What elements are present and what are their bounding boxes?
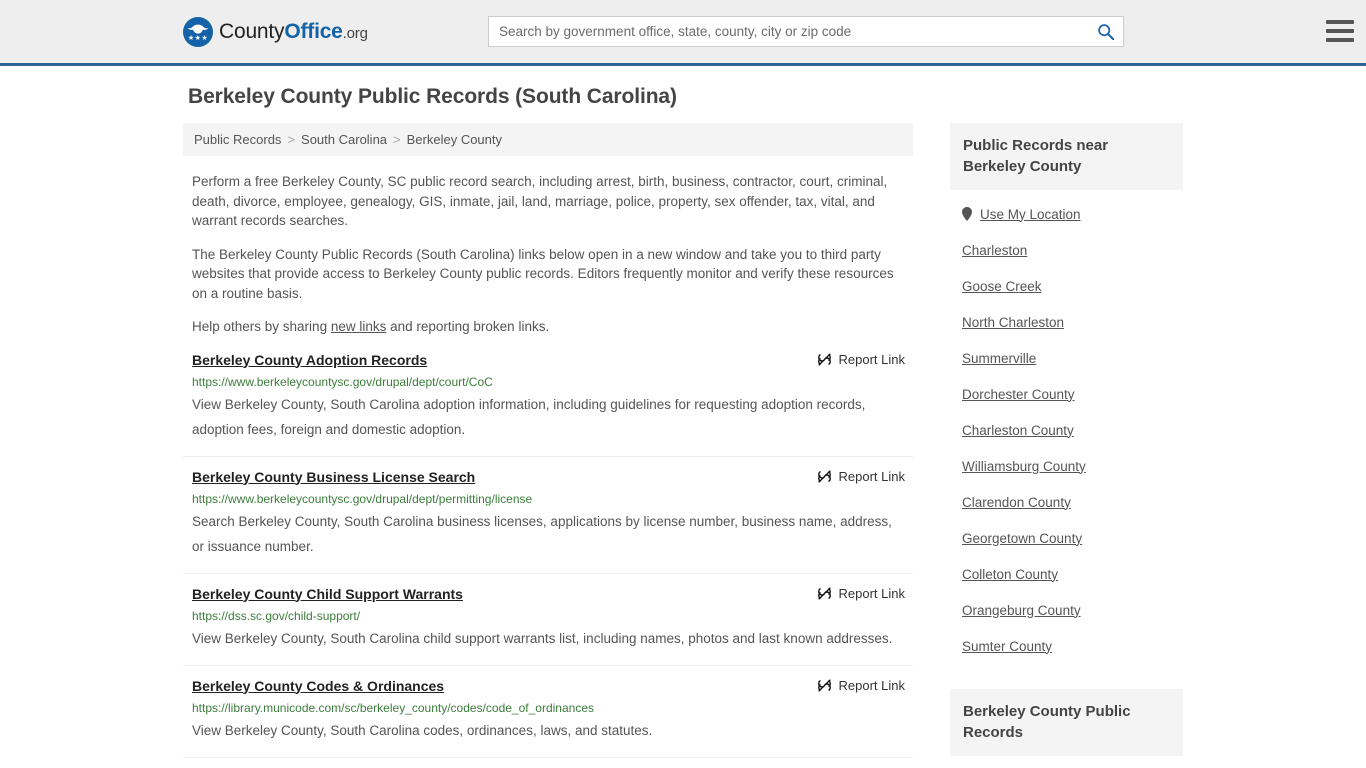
report-link-button[interactable]: Report Link xyxy=(817,678,905,693)
site-logo[interactable]: ★★★ CountyOffice.org xyxy=(183,16,368,47)
sidebar-link-label[interactable]: Orangeburg County xyxy=(962,603,1081,618)
sidebar-link-label[interactable]: Dorchester County xyxy=(962,387,1075,402)
report-link-button[interactable]: Report Link xyxy=(817,469,905,484)
result-item: Berkeley County Codes & Ordinances Repor… xyxy=(183,666,913,758)
menu-bar-2 xyxy=(1326,29,1354,33)
location-pin-icon xyxy=(962,207,972,221)
sidebar-item-north-charleston[interactable]: North Charleston xyxy=(950,304,1183,340)
sidebar-link-label[interactable]: Summerville xyxy=(962,351,1036,366)
sidebar-link-label[interactable]: Sumter County xyxy=(962,639,1052,654)
menu-bar-1 xyxy=(1326,20,1354,24)
report-link-button[interactable]: Report Link xyxy=(817,352,905,367)
breadcrumb-item-public-records[interactable]: Public Records xyxy=(194,132,281,147)
result-title-link[interactable]: Berkeley County Adoption Records xyxy=(192,351,427,369)
result-item: Berkeley County Business License Search … xyxy=(183,457,913,574)
sidebar-item-georgetown-county[interactable]: Georgetown County xyxy=(950,520,1183,556)
sidebar: Public Records near Berkeley County Use … xyxy=(950,123,1183,768)
result-description: Search Berkeley County, South Carolina b… xyxy=(192,513,892,554)
sidebar-link-label[interactable]: North Charleston xyxy=(962,315,1064,330)
brand-tld-text: .org xyxy=(342,24,368,42)
result-title-link[interactable]: Berkeley County Codes & Ordinances xyxy=(192,677,444,695)
result-description: View Berkeley County, South Carolina cod… xyxy=(192,722,653,738)
report-link-label: Report Link xyxy=(838,677,905,693)
results-list: Berkeley County Adoption Records Report … xyxy=(183,351,913,758)
brand-county-text: County xyxy=(219,19,285,43)
result-item: Berkeley County Adoption Records Report … xyxy=(183,351,913,457)
intro-p3-after: and reporting broken links. xyxy=(386,319,550,334)
result-url: https://dss.sc.gov/child-support/ xyxy=(192,608,361,623)
intro-section: Perform a free Berkeley County, SC publi… xyxy=(183,172,913,337)
breadcrumb-separator-2: > xyxy=(393,132,401,147)
unlink-icon xyxy=(817,586,831,600)
sidebar-item-use-my-location[interactable]: Use My Location xyxy=(950,196,1183,232)
intro-paragraph-3: Help others by sharing new links and rep… xyxy=(192,317,904,337)
search-form xyxy=(488,16,1124,47)
sidebar-nearby-heading: Public Records near Berkeley County xyxy=(950,123,1183,190)
report-link-label: Report Link xyxy=(838,585,905,601)
sidebar-link-label[interactable]: Charleston County xyxy=(962,423,1074,438)
sidebar-item-clarendon-county[interactable]: Clarendon County xyxy=(950,484,1183,520)
sidebar-nearby-list: Use My Location Charleston Goose Creek N… xyxy=(950,196,1183,664)
sidebar-item-dorchester-county[interactable]: Dorchester County xyxy=(950,376,1183,412)
unlink-icon xyxy=(817,469,831,483)
sidebar-item-arrest-records-search[interactable]: Arrest Records Search xyxy=(950,762,1183,768)
result-url: https://library.municode.com/sc/berkeley… xyxy=(192,700,594,715)
sidebar-link-label[interactable]: Clarendon County xyxy=(962,495,1071,510)
sidebar-link-label[interactable]: Williamsburg County xyxy=(962,459,1086,474)
sidebar-link-label[interactable]: Colleton County xyxy=(962,567,1058,582)
breadcrumb-item-south-carolina[interactable]: South Carolina xyxy=(301,132,387,147)
sidebar-records-heading: Berkeley County Public Records xyxy=(950,689,1183,756)
intro-paragraph-2: The Berkeley County Public Records (Sout… xyxy=(192,246,894,301)
result-title-link[interactable]: Berkeley County Business License Search xyxy=(192,468,475,486)
page-title: Berkeley County Public Records (South Ca… xyxy=(188,85,677,108)
sidebar-item-orangeburg-county[interactable]: Orangeburg County xyxy=(950,592,1183,628)
page-container: Berkeley County Public Records (South Ca… xyxy=(183,66,1183,768)
main-column: Public Records > South Carolina > Berkel… xyxy=(183,123,913,768)
breadcrumb: Public Records > South Carolina > Berkel… xyxy=(183,123,913,156)
unlink-icon xyxy=(817,352,831,366)
intro-p3-before: Help others by sharing xyxy=(192,319,331,334)
report-link-button[interactable]: Report Link xyxy=(817,586,905,601)
menu-bar-3 xyxy=(1326,38,1354,42)
result-title-link[interactable]: Berkeley County Child Support Warrants xyxy=(192,585,463,603)
unlink-icon xyxy=(817,678,831,692)
report-link-label: Report Link xyxy=(838,351,905,367)
result-description: View Berkeley County, South Carolina chi… xyxy=(192,630,893,646)
sidebar-records-list: Arrest Records Search xyxy=(950,762,1183,768)
new-links-link[interactable]: new links xyxy=(331,319,387,334)
result-description: View Berkeley County, South Carolina ado… xyxy=(192,396,866,437)
sidebar-link-label[interactable]: Goose Creek xyxy=(962,279,1042,294)
sidebar-records-section: Berkeley County Public Records Arrest Re… xyxy=(950,689,1183,768)
breadcrumb-item-berkeley-county[interactable]: Berkeley County xyxy=(407,132,502,147)
eagle-logo-icon: ★★★ xyxy=(183,16,213,47)
sidebar-item-colleton-county[interactable]: Colleton County xyxy=(950,556,1183,592)
search-icon xyxy=(1098,24,1114,40)
sidebar-item-summerville[interactable]: Summerville xyxy=(950,340,1183,376)
stars-icon: ★★★ xyxy=(187,34,209,42)
result-item: Berkeley County Child Support Warrants R… xyxy=(183,574,913,666)
brand-wordmark: CountyOffice.org xyxy=(219,20,368,44)
search-input[interactable] xyxy=(488,16,1088,47)
search-button[interactable] xyxy=(1088,16,1124,47)
sidebar-item-charleston-county[interactable]: Charleston County xyxy=(950,412,1183,448)
sidebar-link-label[interactable]: Use My Location xyxy=(980,207,1081,222)
sidebar-link-label[interactable]: Charleston xyxy=(962,243,1027,258)
sidebar-item-williamsburg-county[interactable]: Williamsburg County xyxy=(950,448,1183,484)
sidebar-item-charleston[interactable]: Charleston xyxy=(950,232,1183,268)
result-url: https://www.berkeleycountysc.gov/drupal/… xyxy=(192,374,493,389)
report-link-label: Report Link xyxy=(838,468,905,484)
brand-office-text: Office xyxy=(284,19,343,43)
site-header: ★★★ CountyOffice.org xyxy=(0,0,1366,66)
result-url: https://www.berkeleycountysc.gov/drupal/… xyxy=(192,491,533,506)
hamburger-menu-button[interactable] xyxy=(1324,16,1356,46)
breadcrumb-separator-1: > xyxy=(287,132,296,147)
intro-paragraph-1: Perform a free Berkeley County, SC publi… xyxy=(192,174,888,228)
eagle-glyph-icon xyxy=(187,24,209,34)
sidebar-item-sumter-county[interactable]: Sumter County xyxy=(950,628,1183,664)
sidebar-item-goose-creek[interactable]: Goose Creek xyxy=(950,268,1183,304)
sidebar-link-label[interactable]: Georgetown County xyxy=(962,531,1082,546)
